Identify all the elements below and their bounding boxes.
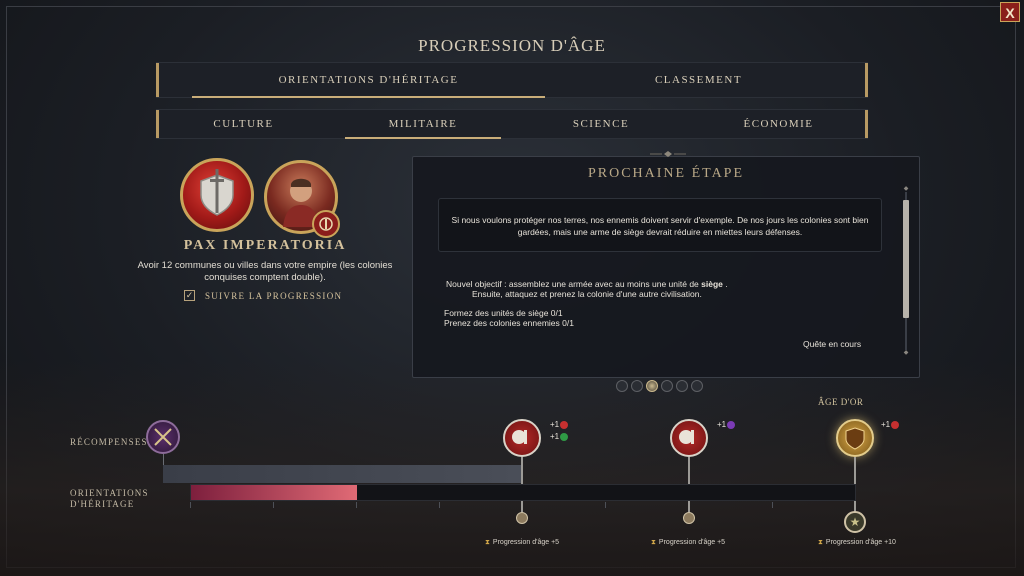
tab-science[interactable]: SCIENCE: [526, 110, 676, 138]
scroll-thumb[interactable]: [903, 200, 909, 318]
tab-culture[interactable]: CULTURE: [166, 110, 321, 138]
quest-status: Quête en cours: [803, 339, 862, 349]
panel-scrollbar[interactable]: ◆ ◆: [903, 186, 909, 356]
tab-economie[interactable]: ÉCONOMIE: [696, 110, 861, 138]
age-progress-label: ⧗ Progression d'âge +5: [485, 539, 559, 547]
progress-tick: [273, 502, 274, 508]
milestone-reward-icon[interactable]: [670, 419, 708, 457]
hourglass-icon: ⧗: [651, 539, 656, 546]
milestone-reward-icon[interactable]: [503, 419, 541, 457]
objective-text: Nouvel objectif : assemblez une armée av…: [446, 279, 728, 299]
objective-line-2: Ensuite, attaquez et prenez la colonie d…: [472, 289, 702, 299]
bonus-value: +1: [550, 420, 560, 429]
progress-tick: [356, 502, 357, 508]
hourglass-icon: ⧗: [485, 539, 490, 546]
tab-orientations-heritage[interactable]: ORIENTATIONS D'HÉRITAGE: [186, 63, 551, 98]
age-progress-label: ⧗ Progression d'âge +10: [818, 539, 896, 547]
close-button[interactable]: X: [1000, 2, 1020, 22]
objective-suffix: .: [722, 279, 728, 289]
progress-tick: [190, 502, 191, 508]
page-dot-active[interactable]: [646, 380, 658, 392]
age-progress-label: ⧗ Progression d'âge +5: [651, 539, 725, 547]
narrative-quote: Si nous voulons protéger nos terres, nos…: [438, 198, 882, 252]
objective-prefix: Nouvel objectif : assemblez une armée av…: [446, 279, 702, 289]
tab-militaire[interactable]: MILITAIRE: [339, 110, 507, 139]
bonus-value: +1: [717, 420, 727, 429]
main-tab-bar: ORIENTATIONS D'HÉRITAGE CLASSEMENT: [156, 62, 868, 98]
page-dot[interactable]: [691, 380, 703, 392]
page-dot[interactable]: [631, 380, 643, 392]
star-icon[interactable]: ★: [844, 511, 866, 533]
task-item: Formez des unités de siège 0/1: [444, 308, 563, 318]
golden-age-label: ÂGE D'OR: [818, 397, 864, 407]
task-item: Prenez des colonies ennemies 0/1: [444, 318, 574, 328]
step-pagination: [616, 380, 703, 392]
legacy-progress-bar: [190, 484, 856, 501]
bonus-value: +1: [881, 420, 891, 429]
follow-progress-toggle[interactable]: ✓ SUIVRE LA PROGRESSION: [184, 290, 342, 301]
milestone-bonus: +1: [881, 419, 900, 431]
legacy-title: PAX IMPERATORIA: [183, 238, 347, 253]
hourglass-icon: ⧗: [818, 539, 823, 546]
objective-keyword: siège: [701, 279, 723, 289]
progress-tick: [605, 502, 606, 508]
military-yield-icon: [560, 420, 569, 429]
progress-tick: [772, 502, 773, 508]
age-progress-text: Progression d'âge +10: [825, 539, 896, 546]
progress-tick: [439, 502, 440, 508]
page-dot[interactable]: [661, 380, 673, 392]
legacy-progress-fill: [191, 485, 357, 500]
reward-span-bar: [163, 465, 521, 483]
military-badge-icon: [312, 210, 340, 238]
shield-sword-emblem-icon: [180, 158, 254, 232]
tab-classement[interactable]: CLASSEMENT: [551, 63, 846, 97]
age-progress-text: Progression d'âge +5: [492, 539, 560, 546]
growth-yield-icon: [560, 432, 569, 441]
golden-age-shield-icon[interactable]: [836, 419, 874, 457]
bonus-value: +1: [550, 432, 560, 441]
category-tab-bar: CULTURE MILITAIRE SCIENCE ÉCONOMIE: [156, 109, 868, 139]
milestone-bonus: +1: [717, 419, 736, 431]
page-title: PROGRESSION D'ÂGE: [418, 36, 606, 55]
military-yield-icon: [891, 420, 900, 429]
next-step-title: PROCHAINE ÉTAPE: [587, 166, 745, 181]
scroll-down-icon[interactable]: ◆: [903, 350, 909, 356]
legacy-row-label: ORIENTATIONS D'HÉRITAGE: [70, 488, 149, 509]
page-dot[interactable]: [676, 380, 688, 392]
panel-ornament: [650, 151, 686, 157]
progress-node[interactable]: [516, 512, 528, 524]
legacy-description: Avoir 12 communes ou villes dans votre e…: [137, 260, 393, 283]
follow-progress-label: SUIVRE LA PROGRESSION: [205, 290, 343, 301]
task-list: Formez des unités de siège 0/1 Prenez de…: [444, 308, 574, 328]
milestone-bonus: +1 +1: [550, 419, 569, 443]
rewards-row-label: RÉCOMPENSES: [70, 437, 148, 447]
crossed-swords-icon[interactable]: [146, 420, 180, 454]
influence-yield-icon: [727, 420, 736, 429]
age-progress-text: Progression d'âge +5: [658, 539, 726, 546]
progress-node[interactable]: [683, 512, 695, 524]
page-dot[interactable]: [616, 380, 628, 392]
follow-progress-checkbox[interactable]: ✓: [184, 290, 195, 301]
